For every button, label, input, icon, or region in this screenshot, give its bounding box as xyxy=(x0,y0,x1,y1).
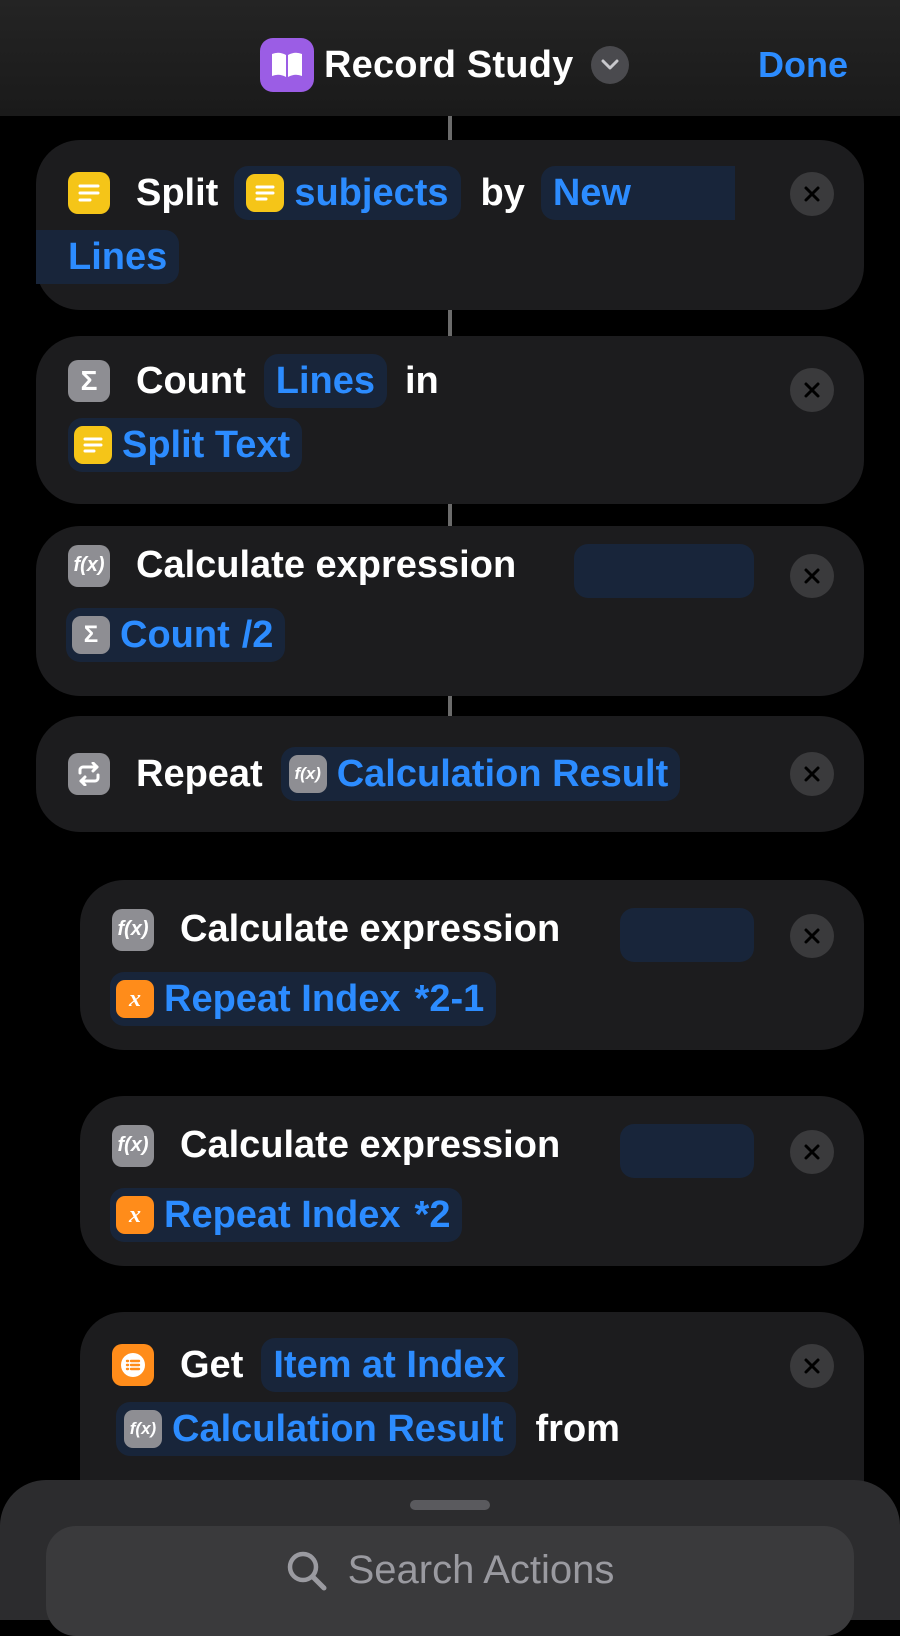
repeat-count-pill[interactable]: f(x) Calculation Result xyxy=(280,747,681,801)
in-label: in xyxy=(404,359,439,402)
list-icon xyxy=(112,1344,154,1386)
actions-bottom-sheet: Search Actions xyxy=(0,1480,900,1636)
sigma-icon: Σ xyxy=(68,360,110,402)
expression-field[interactable]: x Repeat Index *2 xyxy=(110,1188,463,1242)
expression-field[interactable]: x Repeat Index *2-1 xyxy=(110,972,497,1026)
separator-pill-continued[interactable]: Lines xyxy=(36,230,180,284)
book-icon xyxy=(260,38,314,92)
action-calculate-expression[interactable]: f(x) Calculate expression Σ Count /2 xyxy=(36,526,864,696)
close-icon xyxy=(804,1144,820,1160)
from-label: from xyxy=(535,1407,620,1450)
chevron-down-icon[interactable] xyxy=(591,46,630,84)
separator-pill[interactable]: New xyxy=(540,166,735,220)
expression-variable: Repeat Index xyxy=(164,1193,401,1236)
text-lines-icon xyxy=(74,426,112,464)
action-verb: Calculate expression xyxy=(180,908,561,950)
function-icon: f(x) xyxy=(124,1410,162,1448)
input-variable-label: subjects xyxy=(294,171,449,214)
index-variable-pill[interactable]: f(x) Calculation Result xyxy=(116,1402,516,1456)
remove-action-button[interactable] xyxy=(790,172,834,216)
expression-field-start[interactable] xyxy=(574,544,754,598)
repeat-icon xyxy=(68,753,110,795)
search-icon xyxy=(287,1551,327,1590)
close-icon xyxy=(804,382,820,398)
action-calculate-expression[interactable]: f(x) Calculate expression x Repeat Index… xyxy=(80,1096,864,1266)
text-lines-icon xyxy=(68,172,110,214)
action-count[interactable]: Σ Count Lines in Split Text xyxy=(36,336,864,504)
source-variable-label: Split Text xyxy=(122,423,291,466)
sheet-grabber[interactable] xyxy=(410,1500,490,1510)
remove-action-button[interactable] xyxy=(790,554,834,598)
expression-field[interactable]: Σ Count /2 xyxy=(66,608,286,662)
action-split-text[interactable]: Split subjects by New Lines xyxy=(36,140,864,310)
get-type-pill[interactable]: Item at Index xyxy=(261,1338,518,1392)
variable-x-icon: x xyxy=(116,980,154,1018)
count-type-label: Lines xyxy=(275,359,375,402)
expression-suffix: *2-1 xyxy=(414,977,485,1020)
flow-connector xyxy=(448,116,452,142)
repeat-count-label: Calculation Result xyxy=(336,752,669,795)
shortcut-title-menu[interactable]: Record Study xyxy=(260,38,630,92)
action-verb: Count xyxy=(136,359,246,402)
action-verb: Calculate expression xyxy=(180,1124,561,1166)
expression-variable: Count xyxy=(120,613,230,656)
remove-action-button[interactable] xyxy=(790,1344,834,1388)
separator-label: New xyxy=(552,171,631,214)
remove-action-button[interactable] xyxy=(790,368,834,412)
action-verb: Calculate expression xyxy=(136,544,517,586)
action-verb: Split xyxy=(136,171,219,214)
expression-variable: Repeat Index xyxy=(164,977,401,1020)
flow-connector xyxy=(448,310,452,336)
close-icon xyxy=(804,928,820,944)
done-button[interactable]: Done xyxy=(758,44,848,86)
expression-suffix: *2 xyxy=(414,1193,451,1236)
shortcut-title: Record Study xyxy=(324,43,574,86)
separator-label-continued: Lines xyxy=(68,235,168,278)
search-placeholder: Search Actions xyxy=(347,1548,615,1592)
function-icon: f(x) xyxy=(112,1124,154,1167)
close-icon xyxy=(804,766,820,782)
source-variable-pill[interactable]: Split Text xyxy=(68,418,303,472)
action-verb: Get xyxy=(180,1343,244,1386)
expression-field-start[interactable] xyxy=(620,908,754,962)
close-icon xyxy=(804,568,820,584)
action-verb: Repeat xyxy=(136,752,263,795)
remove-action-button[interactable] xyxy=(790,1130,834,1174)
remove-action-button[interactable] xyxy=(790,914,834,958)
search-actions-field[interactable]: Search Actions xyxy=(46,1526,854,1636)
navigation-bar: Record Study Done xyxy=(0,0,900,116)
expression-suffix: /2 xyxy=(241,613,274,656)
count-type-pill[interactable]: Lines xyxy=(263,354,387,408)
action-calculate-expression[interactable]: f(x) Calculate expression x Repeat Index… xyxy=(80,880,864,1050)
expression-field-start[interactable] xyxy=(620,1124,754,1178)
get-type-label: Item at Index xyxy=(273,1343,506,1386)
close-icon xyxy=(804,1358,820,1374)
by-label: by xyxy=(480,171,525,214)
function-icon: f(x) xyxy=(112,908,154,951)
function-icon: f(x) xyxy=(288,755,327,793)
variable-x-icon: x xyxy=(116,1196,154,1234)
sigma-icon: Σ xyxy=(72,616,110,654)
function-icon: f(x) xyxy=(68,544,110,587)
close-icon xyxy=(804,186,820,202)
index-variable-label: Calculation Result xyxy=(172,1407,504,1450)
text-lines-icon xyxy=(246,174,285,212)
remove-action-button[interactable] xyxy=(790,752,834,796)
input-variable-pill[interactable]: subjects xyxy=(234,166,461,220)
action-repeat[interactable]: Repeat f(x) Calculation Result xyxy=(36,716,864,832)
